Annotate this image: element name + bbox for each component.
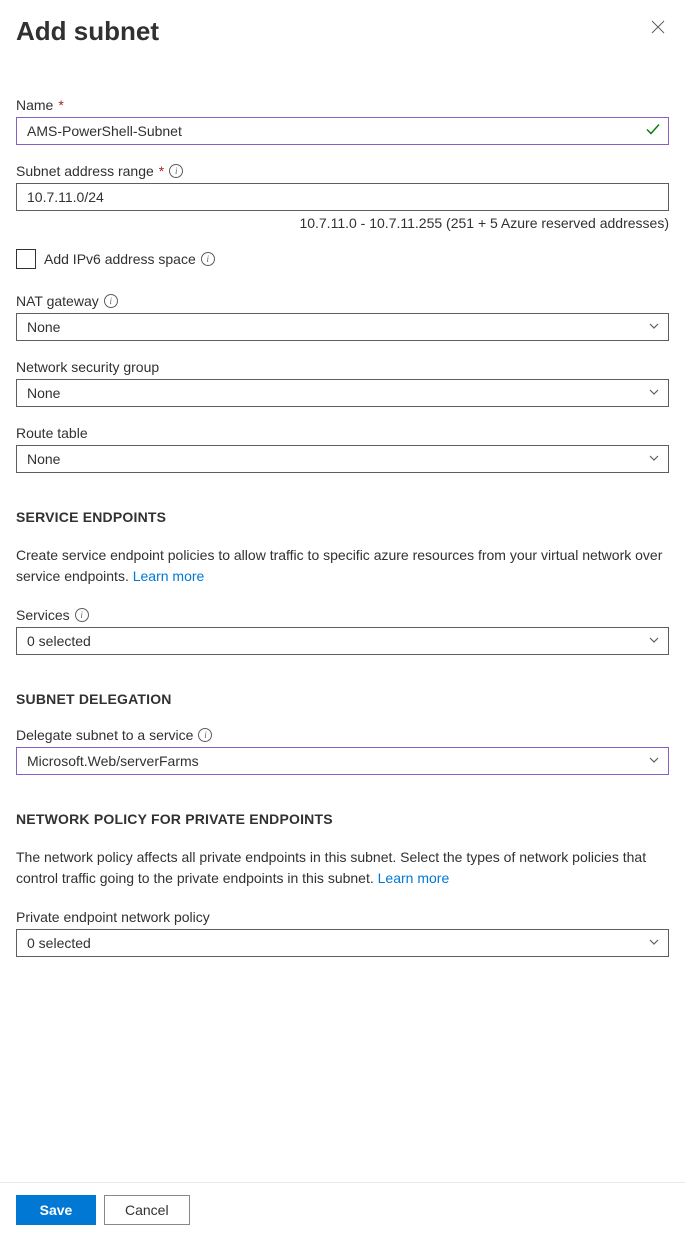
nat-gateway-value: None xyxy=(27,319,60,335)
footer: Save Cancel xyxy=(0,1182,685,1237)
name-label: Name * xyxy=(16,97,669,113)
address-range-label-text: Subnet address range xyxy=(16,163,154,179)
delegate-label-text: Delegate subnet to a service xyxy=(16,727,193,743)
route-table-field: Route table None xyxy=(16,425,669,473)
policy-label-text: Private endpoint network policy xyxy=(16,909,210,925)
ipv6-label-text: Add IPv6 address space xyxy=(44,251,196,267)
name-input[interactable] xyxy=(16,117,669,145)
nsg-select[interactable]: None xyxy=(16,379,669,407)
chevron-down-icon xyxy=(648,753,660,769)
chevron-down-icon xyxy=(648,319,660,335)
name-label-text: Name xyxy=(16,97,53,113)
services-label: Services i xyxy=(16,607,669,623)
page-title: Add subnet xyxy=(16,16,159,47)
nat-gateway-field: NAT gateway i None xyxy=(16,293,669,341)
ipv6-checkbox[interactable] xyxy=(16,249,36,269)
policy-select[interactable]: 0 selected xyxy=(16,929,669,957)
network-policy-heading: NETWORK POLICY FOR PRIVATE ENDPOINTS xyxy=(16,811,669,827)
close-icon xyxy=(651,21,665,38)
chevron-down-icon xyxy=(648,385,660,401)
nsg-label-text: Network security group xyxy=(16,359,159,375)
nsg-label: Network security group xyxy=(16,359,669,375)
cancel-button[interactable]: Cancel xyxy=(104,1195,190,1225)
nat-gateway-select[interactable]: None xyxy=(16,313,669,341)
policy-field: Private endpoint network policy 0 select… xyxy=(16,909,669,957)
route-table-value: None xyxy=(27,451,60,467)
check-icon xyxy=(645,122,661,141)
nat-gateway-label: NAT gateway i xyxy=(16,293,669,309)
chevron-down-icon xyxy=(648,451,660,467)
delegate-field: Delegate subnet to a service i Microsoft… xyxy=(16,727,669,775)
info-icon[interactable]: i xyxy=(75,608,89,622)
close-button[interactable] xyxy=(647,16,669,42)
services-select[interactable]: 0 selected xyxy=(16,627,669,655)
network-policy-desc-text: The network policy affects all private e… xyxy=(16,849,646,886)
info-icon[interactable]: i xyxy=(104,294,118,308)
service-endpoints-desc-text: Create service endpoint policies to allo… xyxy=(16,547,662,584)
chevron-down-icon xyxy=(648,633,660,649)
address-range-input[interactable] xyxy=(16,183,669,211)
nat-gateway-label-text: NAT gateway xyxy=(16,293,99,309)
delegate-label: Delegate subnet to a service i xyxy=(16,727,669,743)
required-indicator: * xyxy=(58,97,63,113)
info-icon[interactable]: i xyxy=(198,728,212,742)
service-endpoints-heading: SERVICE ENDPOINTS xyxy=(16,509,669,525)
address-range-helper: 10.7.11.0 - 10.7.11.255 (251 + 5 Azure r… xyxy=(16,215,669,231)
nsg-value: None xyxy=(27,385,60,401)
name-field: Name * xyxy=(16,97,669,145)
save-button[interactable]: Save xyxy=(16,1195,96,1225)
route-table-label: Route table xyxy=(16,425,669,441)
info-icon[interactable]: i xyxy=(201,252,215,266)
panel-header: Add subnet xyxy=(16,16,669,47)
address-range-label: Subnet address range * i xyxy=(16,163,669,179)
service-endpoints-desc: Create service endpoint policies to allo… xyxy=(16,545,669,587)
network-policy-desc: The network policy affects all private e… xyxy=(16,847,669,889)
route-table-label-text: Route table xyxy=(16,425,88,441)
subnet-delegation-heading: SUBNET DELEGATION xyxy=(16,691,669,707)
services-field: Services i 0 selected xyxy=(16,607,669,655)
chevron-down-icon xyxy=(648,935,660,951)
delegate-select[interactable]: Microsoft.Web/serverFarms xyxy=(16,747,669,775)
required-indicator: * xyxy=(159,163,164,179)
services-label-text: Services xyxy=(16,607,70,623)
ipv6-row: Add IPv6 address space i xyxy=(16,249,669,269)
learn-more-link[interactable]: Learn more xyxy=(378,870,450,886)
route-table-select[interactable]: None xyxy=(16,445,669,473)
nsg-field: Network security group None xyxy=(16,359,669,407)
policy-value: 0 selected xyxy=(27,935,91,951)
delegate-value: Microsoft.Web/serverFarms xyxy=(27,753,199,769)
ipv6-label: Add IPv6 address space i xyxy=(44,251,215,267)
learn-more-link[interactable]: Learn more xyxy=(133,568,205,584)
info-icon[interactable]: i xyxy=(169,164,183,178)
policy-label: Private endpoint network policy xyxy=(16,909,669,925)
address-range-field: Subnet address range * i 10.7.11.0 - 10.… xyxy=(16,163,669,231)
services-value: 0 selected xyxy=(27,633,91,649)
